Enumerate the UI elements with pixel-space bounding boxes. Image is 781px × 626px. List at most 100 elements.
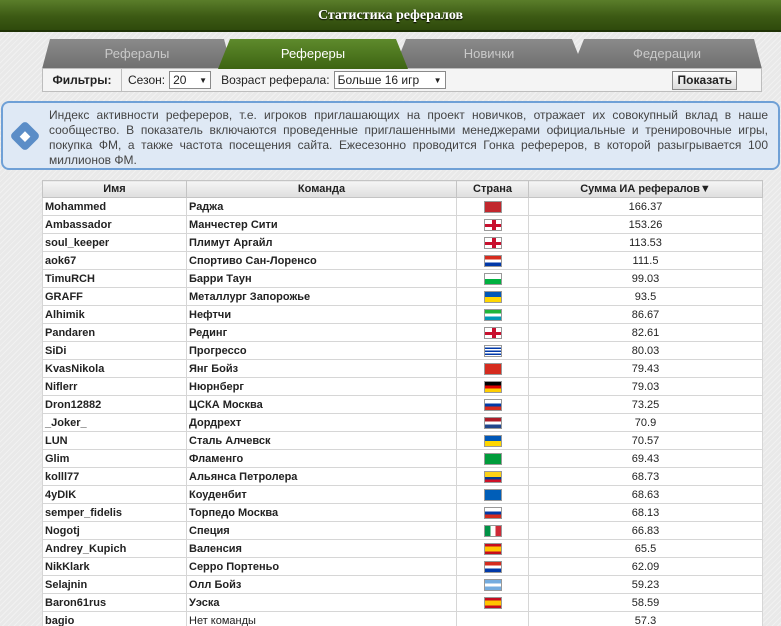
player-name[interactable]: semper_fidelis xyxy=(42,503,187,522)
team-name[interactable]: Торпедо Москва xyxy=(186,503,457,522)
team-name[interactable]: Специя xyxy=(186,521,457,540)
filters-label: Фильтры: xyxy=(52,73,112,87)
table-row: TimuRCH Барри Таун 99.03 xyxy=(42,269,763,288)
player-name[interactable]: Pandaren xyxy=(42,323,187,342)
column-header-name[interactable]: Имя xyxy=(42,180,187,198)
player-name[interactable]: NikKlark xyxy=(42,557,187,576)
table-row: KvasNikola Янг Бойз 79.43 xyxy=(42,359,763,378)
team-name[interactable]: Нефтчи xyxy=(186,305,457,324)
player-name[interactable]: KvasNikola xyxy=(42,359,187,378)
sum-value: 66.83 xyxy=(528,521,763,540)
table-row: 4yDIK Коуденбит 68.63 xyxy=(42,485,763,504)
country-cell xyxy=(456,323,529,342)
sum-value: 73.25 xyxy=(528,395,763,414)
table-row: NikKlark Серро Портеньо 62.09 xyxy=(42,557,763,576)
team-name[interactable]: Фламенго xyxy=(186,449,457,468)
table-row: semper_fidelis Торпедо Москва 68.13 xyxy=(42,503,763,522)
table-row: Niflerr Нюрнберг 79.03 xyxy=(42,377,763,396)
table-row: Alhimik Нефтчи 86.67 xyxy=(42,305,763,324)
england-flag-icon xyxy=(483,218,502,231)
table-row: LUN Сталь Алчевск 70.57 xyxy=(42,431,763,450)
player-name[interactable]: Ambassador xyxy=(42,215,187,234)
team-name[interactable]: Барри Таун xyxy=(186,269,457,288)
country-cell xyxy=(456,485,529,504)
team-name[interactable]: Коуденбит xyxy=(186,485,457,504)
country-cell xyxy=(456,611,529,626)
team-name[interactable]: Уэска xyxy=(186,593,457,612)
player-name[interactable]: Baron61rus xyxy=(42,593,187,612)
info-icon: ◆ xyxy=(9,120,41,152)
player-name[interactable]: Dron12882 xyxy=(42,395,187,414)
player-name[interactable]: Alhimik xyxy=(42,305,187,324)
column-header-team[interactable]: Команда xyxy=(186,180,457,198)
team-name[interactable]: Металлург Запорожье xyxy=(186,287,457,306)
table-row: Selajnin Олл Бойз 59.23 xyxy=(42,575,763,594)
team-name[interactable]: Рединг xyxy=(186,323,457,342)
team-name[interactable]: Дордрехт xyxy=(186,413,457,432)
age-select[interactable]: Больше 16 игр ▼ xyxy=(333,71,446,89)
scotland-flag-icon xyxy=(483,488,502,501)
sum-value: 82.61 xyxy=(528,323,763,342)
player-name[interactable]: TimuRCH xyxy=(42,269,187,288)
country-cell xyxy=(456,341,529,360)
team-name[interactable]: Раджа xyxy=(186,197,457,216)
sum-value: 65.5 xyxy=(528,539,763,558)
country-cell xyxy=(456,449,529,468)
sum-value: 57.3 xyxy=(528,611,763,626)
country-cell xyxy=(456,305,529,324)
team-name[interactable]: Спортиво Сан-Лоренсо xyxy=(186,251,457,270)
player-name[interactable]: SiDi xyxy=(42,341,187,360)
show-button[interactable]: Показать xyxy=(672,71,737,90)
team-name[interactable]: Нюрнберг xyxy=(186,377,457,396)
player-name[interactable]: _Joker_ xyxy=(42,413,187,432)
tab-newcomers[interactable]: Новички xyxy=(394,39,584,69)
ukraine-flag-icon xyxy=(483,290,502,303)
player-name[interactable]: Nogotj xyxy=(42,521,187,540)
ukraine-flag-icon xyxy=(483,434,502,447)
team-name[interactable]: Серро Портеньо xyxy=(186,557,457,576)
sum-value: 153.26 xyxy=(528,215,763,234)
country-cell xyxy=(456,269,529,288)
page-title: Статистика рефералов xyxy=(0,0,781,32)
player-name[interactable]: kolll77 xyxy=(42,467,187,486)
team-name[interactable]: Олл Бойз xyxy=(186,575,457,594)
country-cell xyxy=(456,233,529,252)
team-name[interactable]: Сталь Алчевск xyxy=(186,431,457,450)
country-cell xyxy=(456,377,529,396)
sum-value: 59.23 xyxy=(528,575,763,594)
player-name[interactable]: Mohammed xyxy=(42,197,187,216)
player-name[interactable]: Selajnin xyxy=(42,575,187,594)
germany-flag-icon xyxy=(483,380,502,393)
team-name[interactable]: Янг Бойз xyxy=(186,359,457,378)
player-name[interactable]: bagio xyxy=(42,611,187,626)
team-name[interactable]: Плимут Аргайл xyxy=(186,233,457,252)
team-name[interactable]: Прогрессо xyxy=(186,341,457,360)
player-name[interactable]: soul_keeper xyxy=(42,233,187,252)
table-row: _Joker_ Дордрехт 70.9 xyxy=(42,413,763,432)
player-name[interactable]: aok67 xyxy=(42,251,187,270)
team-name[interactable]: Манчестер Сити xyxy=(186,215,457,234)
column-header-country[interactable]: Страна xyxy=(456,180,529,198)
player-name[interactable]: Glim xyxy=(42,449,187,468)
team-name[interactable]: Альянса Петролера xyxy=(186,467,457,486)
switzerland-flag-icon xyxy=(483,362,502,375)
player-name[interactable]: LUN xyxy=(42,431,187,450)
team-name[interactable]: ЦСКА Москва xyxy=(186,395,457,414)
paraguay-flag-icon xyxy=(483,254,502,267)
tab-referrals[interactable]: Рефералы xyxy=(42,39,232,69)
sum-value: 68.73 xyxy=(528,467,763,486)
player-name[interactable]: GRAFF xyxy=(42,287,187,306)
table-row: bagio Нет команды 57.3 xyxy=(42,611,763,626)
player-name[interactable]: Andrey_Kupich xyxy=(42,539,187,558)
player-name[interactable]: 4yDIK xyxy=(42,485,187,504)
table-row: aok67 Спортиво Сан-Лоренсо 111.5 xyxy=(42,251,763,270)
referrers-table: Имя Команда Страна Сумма ИА рефералов▼ M… xyxy=(42,180,763,626)
player-name[interactable]: Niflerr xyxy=(42,377,187,396)
country-cell xyxy=(456,503,529,522)
team-name[interactable]: Валенсия xyxy=(186,539,457,558)
column-header-sum[interactable]: Сумма ИА рефералов▼ xyxy=(528,180,763,198)
tab-federations[interactable]: Федерации xyxy=(572,39,762,69)
tab-referrers[interactable]: Рефереры xyxy=(218,39,408,69)
sum-value: 99.03 xyxy=(528,269,763,288)
season-select[interactable]: 20 ▼ xyxy=(169,71,212,89)
